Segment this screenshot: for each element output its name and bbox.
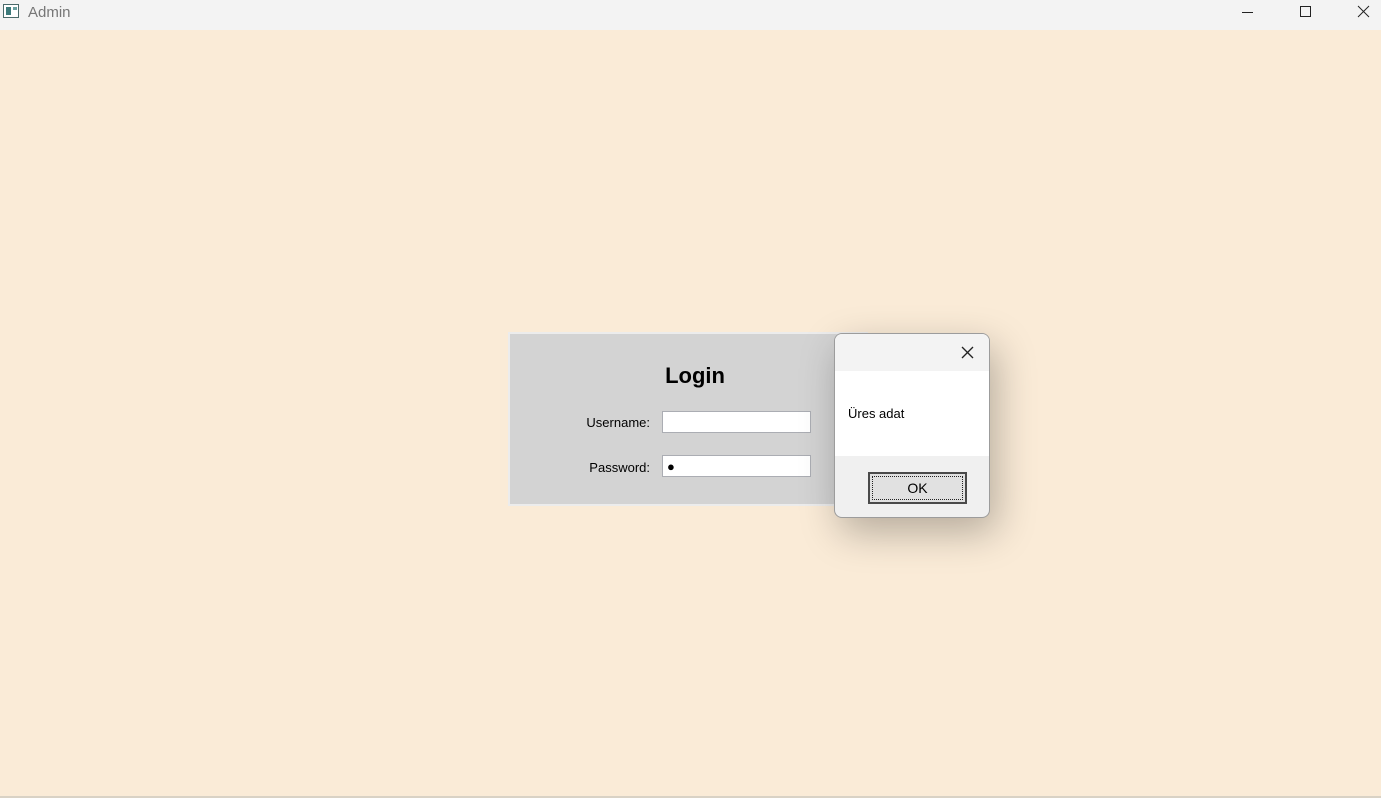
login-panel: Login Username: Password: xyxy=(508,332,868,506)
username-input[interactable] xyxy=(662,411,811,433)
minimize-icon xyxy=(1242,12,1253,13)
close-icon xyxy=(961,346,974,359)
login-title: Login xyxy=(665,363,725,388)
window-title: Admin xyxy=(28,4,71,21)
ok-button[interactable]: OK xyxy=(868,472,967,504)
close-icon xyxy=(1357,5,1370,18)
message-text: Üres adat xyxy=(848,406,905,421)
message-box-dialog: Üres adat OK xyxy=(834,333,990,518)
maximize-icon xyxy=(1300,6,1311,17)
username-label: Username: xyxy=(586,415,650,430)
admin-window: Admin Login Username: Password: ● Üres a… xyxy=(0,0,1381,798)
ok-button-label: OK xyxy=(872,476,963,500)
maximize-button[interactable] xyxy=(1276,0,1334,30)
password-label: Password: xyxy=(589,460,650,475)
message-box-header xyxy=(835,334,989,371)
close-button[interactable] xyxy=(1334,0,1381,30)
message-box-close-button[interactable] xyxy=(953,339,983,367)
message-box-body: Üres adat xyxy=(835,371,989,456)
minimize-button[interactable] xyxy=(1218,0,1276,30)
app-window-icon xyxy=(3,4,19,18)
title-bar: Admin xyxy=(0,0,1381,30)
password-input[interactable] xyxy=(662,455,811,477)
